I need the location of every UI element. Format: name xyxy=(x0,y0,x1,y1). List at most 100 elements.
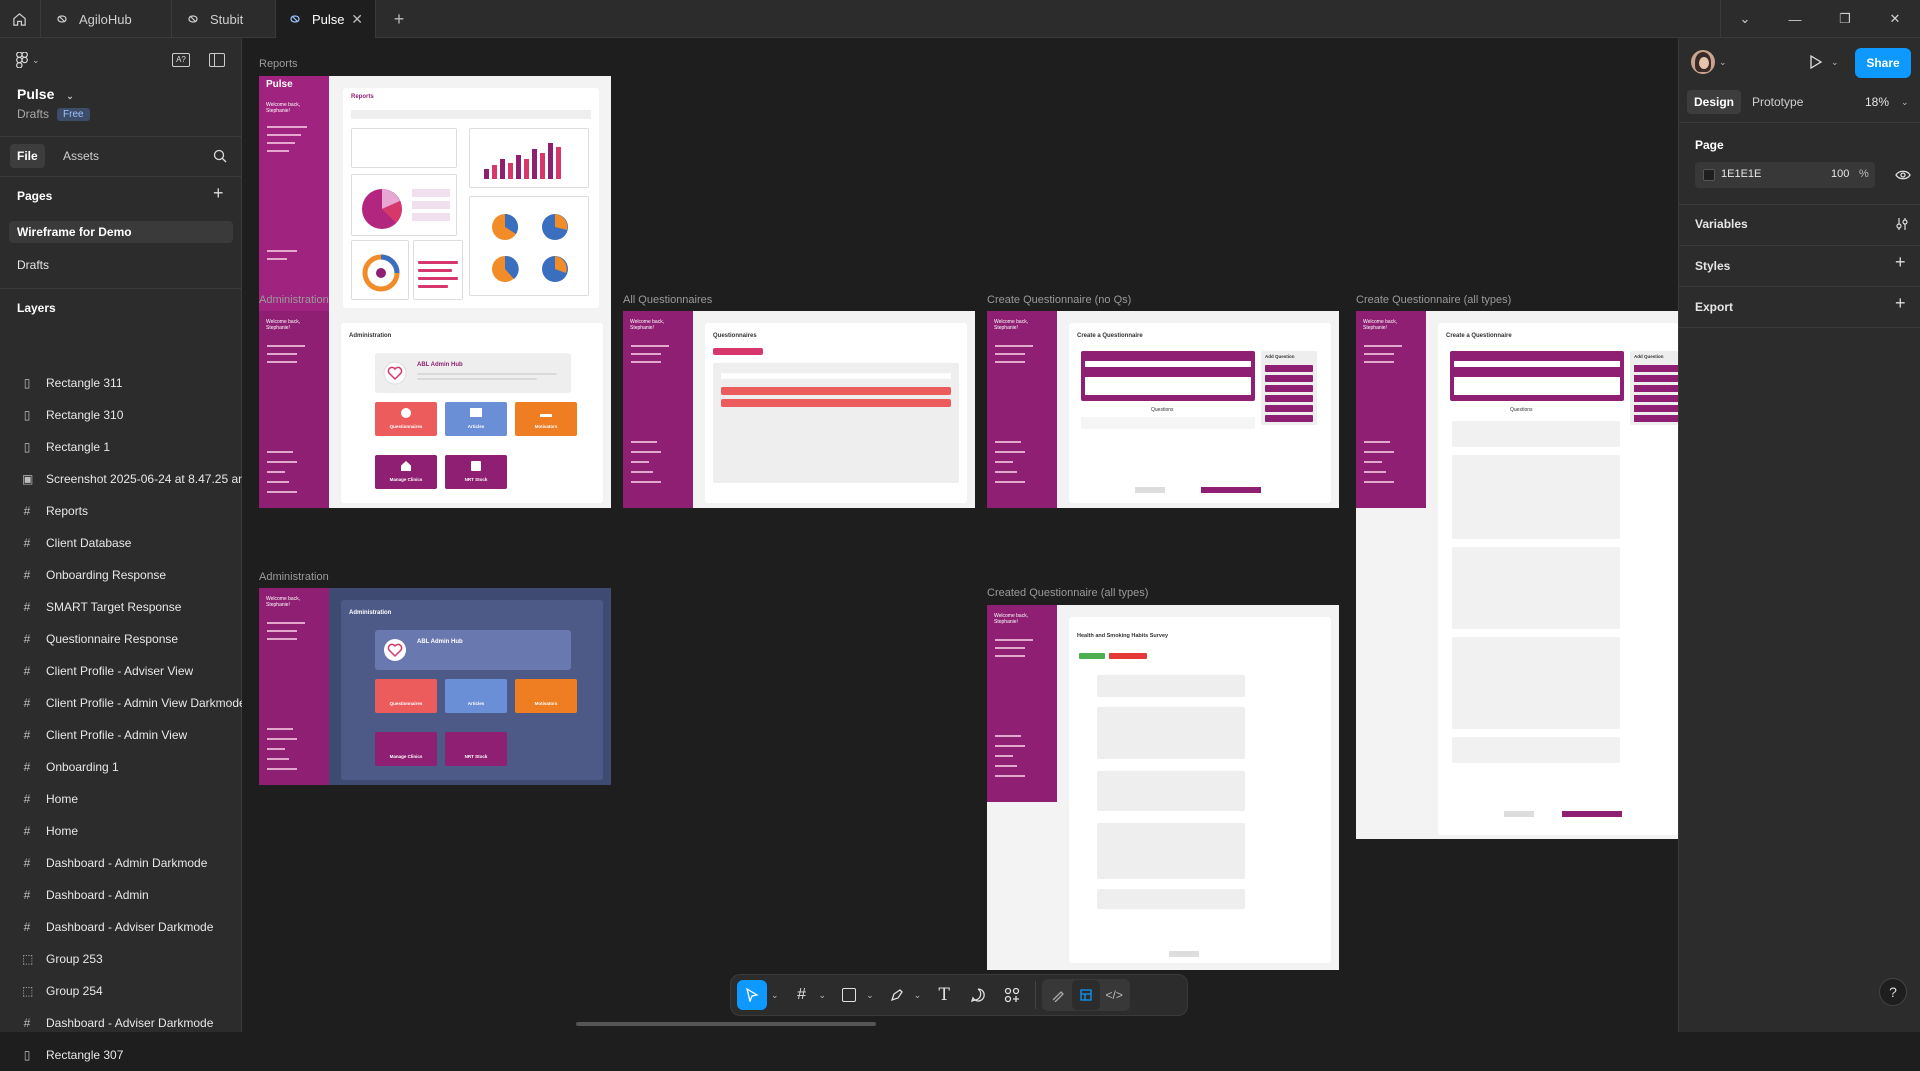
horizontal-scrollbar[interactable] xyxy=(576,1022,876,1026)
page-color-value[interactable]: 1E1E1E xyxy=(1721,168,1761,180)
table-row[interactable] xyxy=(721,387,951,395)
layer-row[interactable]: ▯ Rectangle 311 xyxy=(0,367,242,399)
create-button[interactable] xyxy=(1562,811,1622,817)
layer-row[interactable]: # Dashboard - Adviser Darkmode xyxy=(0,911,242,943)
new-tab-button[interactable]: + xyxy=(384,0,414,38)
frame-label-administration-dark[interactable]: Administration xyxy=(259,571,329,583)
layer-row[interactable]: # Client Database xyxy=(0,527,242,559)
frame-label-all-questionnaires[interactable]: All Questionnaires xyxy=(623,294,712,306)
eye-icon[interactable] xyxy=(1895,168,1911,182)
chevron-down-icon[interactable]: ⌄ xyxy=(914,990,922,1001)
comment-tool-button[interactable] xyxy=(961,980,995,1010)
page-fill-field[interactable]: 1E1E1E 100 % xyxy=(1695,162,1875,188)
tab-agilohub[interactable]: AgiloHub xyxy=(40,0,172,38)
layer-row[interactable]: # Dashboard - Admin xyxy=(0,879,242,911)
manage-clinics-tile[interactable]: Manage Clinics xyxy=(375,455,437,489)
layer-row[interactable]: ▣ Screenshot 2025-06-24 at 8.47.25 am xyxy=(0,463,242,495)
frame-label-create-questionnaire-all[interactable]: Create Questionnaire (all types) xyxy=(1356,294,1511,306)
nrt-stock-tile[interactable]: NRT Stock xyxy=(445,455,507,489)
table-row[interactable] xyxy=(721,399,951,407)
tab-design[interactable]: Design xyxy=(1687,90,1742,114)
layer-row[interactable]: # Onboarding Response xyxy=(0,559,242,591)
articles-tile[interactable]: Articles xyxy=(445,402,507,436)
layer-row[interactable]: ▯ Rectangle 310 xyxy=(0,399,242,431)
color-swatch[interactable] xyxy=(1703,169,1715,181)
frame-label-reports[interactable]: Reports xyxy=(259,58,298,70)
close-window-button[interactable]: ✕ xyxy=(1870,0,1920,38)
layer-row[interactable]: # Home xyxy=(0,783,242,815)
question-type-button[interactable] xyxy=(1634,405,1678,412)
drafts-link[interactable]: Drafts xyxy=(17,107,49,121)
tab-stubit[interactable]: Stubit xyxy=(172,0,276,38)
frame-label-create-questionnaire-no-qs[interactable]: Create Questionnaire (no Qs) xyxy=(987,294,1131,306)
layer-row[interactable]: # Dashboard - Adviser Darkmode xyxy=(0,1007,242,1039)
layer-row[interactable]: # Reports xyxy=(0,495,242,527)
page-opacity-value[interactable]: 100 xyxy=(1831,168,1849,180)
question-type-button[interactable] xyxy=(1265,375,1313,382)
move-tool-button[interactable] xyxy=(737,980,767,1010)
layer-row[interactable]: # Home xyxy=(0,815,242,847)
chevron-down-icon[interactable]: ⌄ xyxy=(819,990,827,1001)
layer-row[interactable]: # Client Profile - Adviser View xyxy=(0,655,242,687)
frame-tool-button[interactable]: # xyxy=(785,980,819,1010)
description-input[interactable] xyxy=(1085,377,1251,395)
layer-row[interactable]: ⬚ Group 254 xyxy=(0,975,242,1007)
question-type-button[interactable] xyxy=(1634,415,1678,422)
question-type-button[interactable] xyxy=(1634,395,1678,402)
design-mode-button[interactable] xyxy=(1072,980,1101,1010)
motivators-tile[interactable]: Motivators xyxy=(515,402,577,436)
delete-button[interactable] xyxy=(1109,653,1147,659)
minimize-button[interactable]: — xyxy=(1770,0,1820,38)
main-menu-button[interactable]: ⌄ xyxy=(16,52,40,68)
tab-assets[interactable]: Assets xyxy=(56,144,106,168)
chevron-down-icon[interactable]: ⌄ xyxy=(866,990,874,1001)
text-tool-button[interactable]: T xyxy=(927,980,961,1010)
question-type-button[interactable] xyxy=(1634,385,1678,392)
frame-create-questionnaire-all[interactable]: Welcome back, Stephanie! Create a Questi… xyxy=(1356,311,1678,839)
layer-row[interactable]: # Dashboard - Admin Darkmode xyxy=(0,847,242,879)
frame-created-questionnaire[interactable]: Welcome back, Stephanie! Health and Smok… xyxy=(987,605,1339,970)
shape-tool-button[interactable] xyxy=(832,980,866,1010)
user-menu[interactable]: ⌄ xyxy=(1691,50,1727,74)
layer-row[interactable]: # Questionnaire Response xyxy=(0,623,242,655)
tabs-dropdown-button[interactable]: ⌄ xyxy=(1720,0,1770,38)
question-type-button[interactable] xyxy=(1634,375,1678,382)
layer-row[interactable]: ▯ Rectangle 1 xyxy=(0,431,242,463)
frame-create-questionnaire-no-qs[interactable]: Welcome back, Stephanie! Create a Questi… xyxy=(987,311,1339,508)
questionnaires-tile[interactable]: Questionnaires xyxy=(375,679,437,713)
close-icon[interactable]: ✕ xyxy=(351,11,363,28)
motivators-tile[interactable]: Motivators xyxy=(515,679,577,713)
frame-reports[interactable]: Pulse Welcome back, Stephanie! Reports xyxy=(259,76,611,315)
question-type-button[interactable] xyxy=(1265,365,1313,372)
frame-label-administration[interactable]: Administration xyxy=(259,294,329,306)
question-type-button[interactable] xyxy=(1265,405,1313,412)
search-icon[interactable] xyxy=(213,149,227,163)
layer-row[interactable]: # Client Profile - Admin View Darkmode xyxy=(0,687,242,719)
ai-button[interactable]: A? xyxy=(172,53,190,67)
present-button[interactable]: ⌄ xyxy=(1809,54,1839,70)
frame-administration[interactable]: Welcome back, Stephanie! Administration … xyxy=(259,311,611,508)
home-tab[interactable] xyxy=(0,0,38,38)
create-questionnaire-button[interactable] xyxy=(713,348,763,355)
add-export-button[interactable]: + xyxy=(1895,293,1906,314)
page-item-wireframe-for-demo[interactable]: Wireframe for Demo xyxy=(9,221,233,243)
questionnaires-tile[interactable]: Questionnaires xyxy=(375,402,437,436)
add-style-button[interactable]: + xyxy=(1895,252,1906,273)
question-type-button[interactable] xyxy=(1265,415,1313,422)
share-button[interactable]: Share xyxy=(1855,48,1911,78)
question-type-button[interactable] xyxy=(1265,395,1313,402)
manage-clinics-tile[interactable]: Manage Clinics xyxy=(375,732,437,766)
restore-button[interactable]: ❐ xyxy=(1820,0,1870,38)
chevron-down-icon[interactable]: ⌄ xyxy=(771,990,779,1001)
question-type-button[interactable] xyxy=(1265,385,1313,392)
question-type-button[interactable] xyxy=(1634,365,1678,372)
resources-tool-button[interactable] xyxy=(995,980,1029,1010)
tab-pulse[interactable]: Pulse ✕ xyxy=(276,0,376,38)
back-button[interactable] xyxy=(1169,951,1199,957)
layer-row[interactable]: # Onboarding 1 xyxy=(0,751,242,783)
draw-mode-button[interactable] xyxy=(1044,980,1072,1010)
zoom-dropdown[interactable]: 18% ⌄ xyxy=(1865,90,1909,114)
discard-button[interactable] xyxy=(1135,487,1165,493)
canvas[interactable]: Reports Pulse Welcome back, Stephanie! R… xyxy=(243,38,1678,1032)
help-button[interactable]: ? xyxy=(1879,978,1907,1006)
